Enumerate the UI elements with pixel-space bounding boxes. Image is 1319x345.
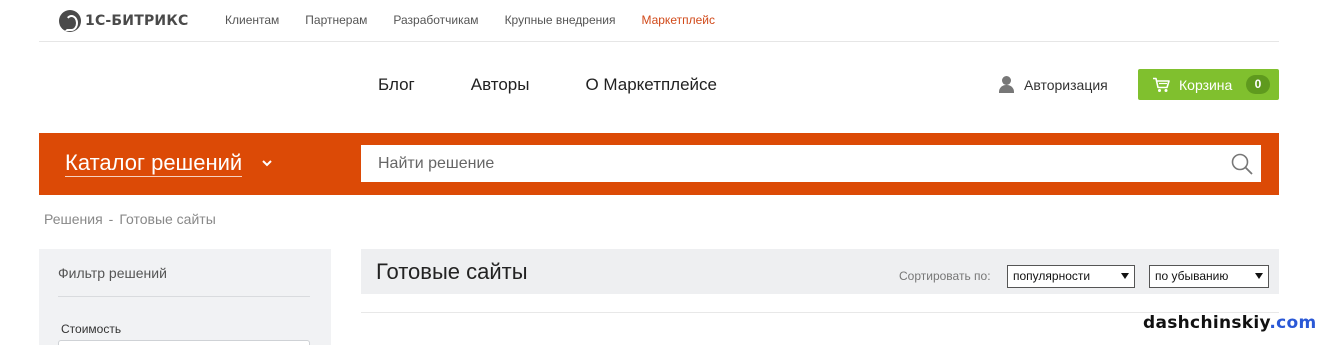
auth-label: Авторизация [1024,76,1108,93]
cart-count-badge: 0 [1246,75,1270,94]
price-filter-input[interactable] [58,340,310,345]
dropdown-arrow-icon [1255,273,1263,279]
cart-button[interactable]: Корзина 0 [1138,69,1279,100]
sort-label: Сортировать по: [899,269,991,283]
catalog-dropdown-title[interactable]: Каталог решений [65,150,243,177]
search-input[interactable] [361,145,1211,182]
chevron-down-icon[interactable] [260,156,274,170]
top-nav: Клиентам Партнерам Разработчикам Крупные… [225,13,715,27]
auth-link[interactable]: Авторизация [998,76,1108,93]
top-nav-marketplace[interactable]: Маркетплейс [641,13,715,27]
dropdown-arrow-icon [1121,273,1129,279]
top-nav-partners[interactable]: Партнерам [305,13,367,27]
breadcrumb-separator: - [108,211,114,227]
filter-sidebar: Фильтр решений Стоимость [39,249,331,345]
filter-title: Фильтр решений [58,265,167,281]
content-header: Готовые сайты Сортировать по: популярнос… [361,249,1279,294]
sort-order-select[interactable]: по убыванию [1149,265,1269,288]
cart-icon [1153,77,1170,92]
watermark-name: dashchinskiy [1143,313,1270,333]
nav-about-marketplace[interactable]: О Маркетплейсе [585,75,717,95]
catalog-bar: Каталог решений [39,133,1279,195]
price-filter-label: Стоимость [61,322,122,336]
watermark-domain: .com [1269,313,1317,333]
top-bar: 1С-БИТРИКС Клиентам Партнерам Разработчи… [39,0,1279,42]
top-nav-developers[interactable]: Разработчикам [393,13,478,27]
search-icon[interactable] [1231,153,1253,175]
cart-label: Корзина [1179,76,1233,93]
sort-order-value: по убыванию [1155,269,1229,283]
top-nav-enterprise[interactable]: Крупные внедрения [505,13,616,27]
nav-authors[interactable]: Авторы [471,75,530,95]
search-box [361,145,1261,182]
watermark: dashchinskiy.com [1143,313,1316,333]
secondary-nav: Блог Авторы О Маркетплейсе [378,75,717,95]
bitrix-logo-icon [59,10,81,32]
sort-field-select[interactable]: популярности [1007,265,1135,288]
nav-blog[interactable]: Блог [378,75,415,95]
breadcrumb: Решения - Готовые сайты [44,211,216,227]
breadcrumb-item-solutions[interactable]: Решения [44,211,103,227]
sort-field-value: популярности [1013,269,1091,283]
logo[interactable]: 1С-БИТРИКС [59,10,188,32]
logo-text: 1С-БИТРИКС [85,13,189,29]
divider [361,312,1279,313]
user-icon [998,76,1015,93]
breadcrumb-item-ready-sites: Готовые сайты [119,211,216,227]
top-nav-clients[interactable]: Клиентам [225,13,279,27]
page-title: Готовые сайты [376,259,528,284]
divider [58,296,310,297]
